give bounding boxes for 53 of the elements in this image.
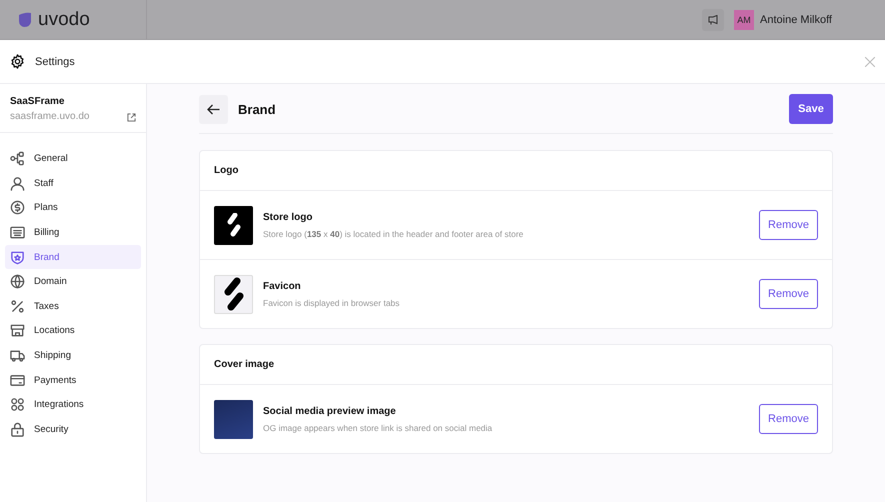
back-arrow-icon [207, 104, 220, 114]
favicon-thumbnail [214, 274, 253, 314]
receipt-icon [10, 225, 25, 240]
user-avatar[interactable]: AM [734, 10, 754, 30]
item-name: Social media preview image [263, 406, 397, 416]
sidebar-item[interactable]: Shipping [5, 344, 141, 368]
shield-star-icon [10, 250, 25, 265]
nodes-icon [10, 151, 25, 166]
page-title: Brand [238, 102, 277, 116]
sidebar-item[interactable]: Payments [5, 368, 141, 392]
store-domain: saasframe.uvo.do [10, 111, 90, 122]
back-button[interactable] [199, 94, 228, 124]
grid-icon [10, 397, 25, 412]
item-name: Favicon [263, 280, 302, 292]
dollar-icon [10, 200, 25, 216]
settings-title: Settings [35, 56, 76, 68]
store-icon [10, 323, 25, 338]
sidebar-item[interactable]: General [5, 147, 141, 171]
section-title: Logo [214, 165, 238, 176]
sidebar-item[interactable]: Staff [5, 172, 141, 196]
logo-icon [18, 12, 32, 28]
user-name[interactable]: Antoine Milkoff [760, 14, 832, 26]
percent-icon [10, 298, 25, 314]
announcement-button[interactable] [702, 8, 724, 30]
sidebar-item[interactable]: Taxes [5, 294, 141, 318]
item-description: Store logo (135 x 40) is located in the header and footer area of store [263, 228, 524, 238]
sidebar-item[interactable]: Domain [5, 270, 141, 294]
item-description: OG image appears when store link is shared on social media [263, 422, 494, 432]
globe-icon [10, 274, 25, 290]
image-placeholder [214, 400, 253, 438]
remove-button[interactable]: Remove [759, 279, 818, 309]
sidebar-item[interactable]: Integrations [5, 392, 141, 417]
save-button[interactable]: Save [789, 94, 833, 124]
store-name: SaaSFrame [10, 96, 66, 107]
item-description: Favicon is displayed in browser tabs [263, 298, 401, 308]
remove-button[interactable]: Remove [759, 404, 818, 434]
sidebar-item[interactable]: Plans [5, 196, 141, 220]
sidebar-item[interactable]: Billing [5, 220, 141, 244]
settings-icon [10, 54, 25, 69]
external-link-icon[interactable] [127, 113, 136, 122]
remove-button[interactable]: Remove [759, 210, 818, 240]
sidebar-item[interactable]: Locations [5, 319, 141, 343]
sidebar-item[interactable]: Security [5, 418, 141, 442]
section-title: Cover image [214, 359, 274, 370]
card-icon [10, 372, 25, 388]
lock-icon [10, 422, 25, 437]
sidebar-item[interactable]: Brand [5, 245, 141, 269]
logo-text: uvodo [38, 8, 90, 30]
item-name: Store logo [263, 212, 314, 222]
truck-icon [10, 348, 25, 364]
megaphone-icon [708, 14, 719, 24]
person-icon [10, 176, 25, 191]
logo-thumbnail [214, 206, 253, 244]
